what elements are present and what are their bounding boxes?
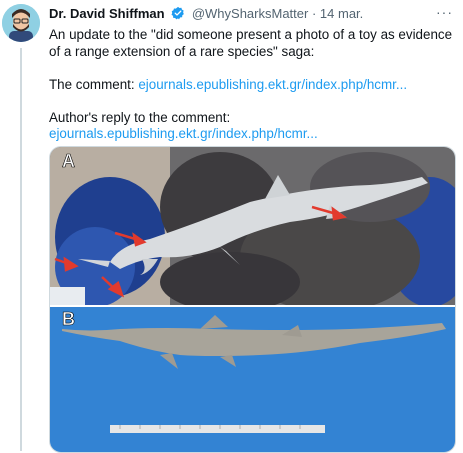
header-separator: · — [311, 6, 317, 21]
thread-line — [20, 48, 22, 451]
panel-b-photo: B — [50, 307, 455, 452]
comment-line: The comment: ejournals.epublishing.ekt.g… — [49, 77, 454, 94]
panel-a-photo: A — [50, 147, 455, 305]
tweet-text: An update to the "did someone present a … — [49, 27, 454, 143]
comment-label: The comment: — [49, 76, 135, 92]
tweet-header: Dr. David Shiffman @WhySharksMatter · 14… — [49, 4, 453, 26]
reply-label: Author's reply to the comment: — [49, 109, 231, 125]
verified-badge-icon — [171, 6, 185, 20]
author-handle[interactable]: @WhySharksMatter — [192, 6, 309, 21]
panel-a-label: A — [62, 151, 75, 171]
tweet-text-line: An update to the "did someone present a … — [49, 27, 453, 59]
tweet-date[interactable]: 14 mar. — [320, 6, 363, 21]
tweet-media-image[interactable]: A B — [49, 146, 456, 453]
panel-b-label: B — [62, 309, 75, 329]
author-name[interactable]: Dr. David Shiffman — [49, 6, 165, 21]
more-options-icon[interactable]: ··· — [436, 4, 453, 20]
author-avatar[interactable] — [2, 4, 40, 42]
reply-link[interactable]: ejournals.epublishing.ekt.gr/index.php/h… — [49, 126, 318, 141]
comment-link[interactable]: ejournals.epublishing.ekt.gr/index.php/h… — [138, 77, 407, 92]
